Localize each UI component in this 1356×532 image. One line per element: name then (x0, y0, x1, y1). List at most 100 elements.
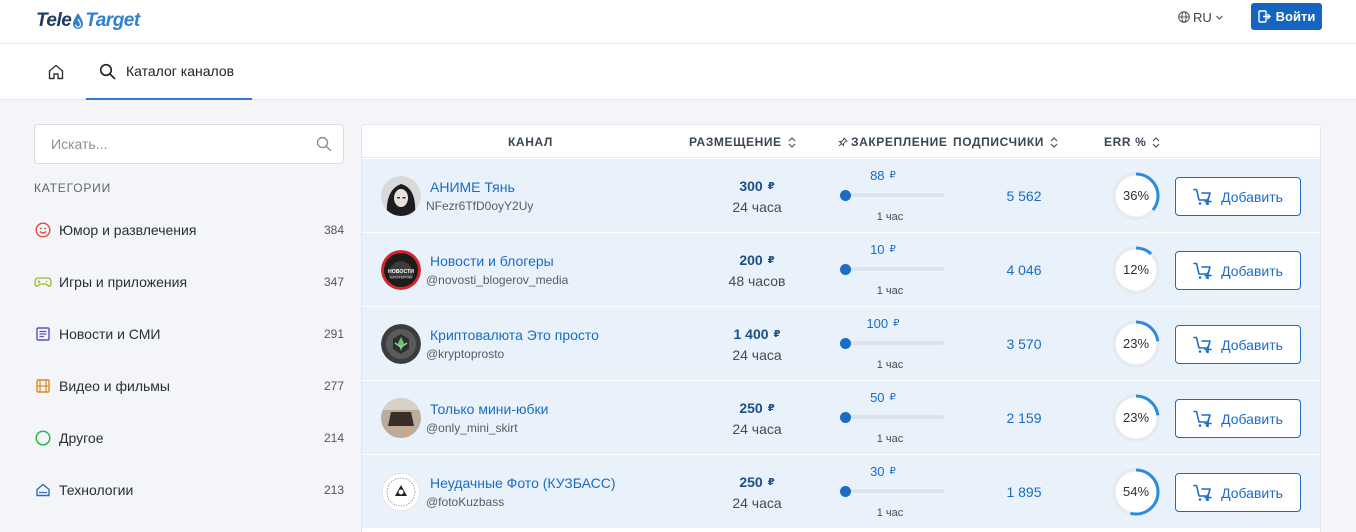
channel-name[interactable]: Неудачные Фото (КУЗБАСС) (430, 475, 616, 491)
add-cart-icon (1193, 484, 1212, 501)
currency-symbol: ₽ (889, 244, 896, 255)
currency-symbol: ₽ (889, 170, 896, 181)
channel-handle: @fotoKuzbass (426, 495, 505, 509)
channel-name[interactable]: АНИМЕ Тянь (430, 179, 515, 195)
pin-duration-slider[interactable] (840, 412, 944, 423)
placement-price: 300 ₽ (692, 178, 822, 194)
category-count: 384 (323, 223, 344, 237)
channel-avatar[interactable] (381, 398, 421, 438)
err-value: 54% (1122, 484, 1150, 499)
header-channel-label: КАНАЛ (508, 135, 553, 149)
tab-catalog[interactable]: Каталог каналов (86, 44, 252, 100)
placement-duration: 24 часа (732, 421, 782, 437)
placement-duration: 24 часа (732, 199, 782, 215)
pin-duration: 1 час (876, 359, 904, 371)
channel-avatar[interactable] (381, 324, 421, 364)
subscriber-count: 5 562 (1006, 188, 1042, 204)
category-label: Игры и приложения (59, 274, 188, 290)
placement-price: 250 ₽ (692, 474, 822, 490)
sidebar-category[interactable]: Игры и приложения 347 (34, 270, 344, 294)
slider-handle[interactable] (840, 486, 851, 497)
language-label: RU (1193, 9, 1212, 25)
header-subscribers[interactable]: ПОДПИСЧИКИ (953, 135, 1058, 149)
subscriber-count: 1 895 (1006, 484, 1042, 500)
sidebar-category[interactable]: Новости и СМИ 291 (34, 322, 344, 346)
sidebar-category[interactable]: Видео и фильмы 277 (34, 374, 344, 398)
add-button[interactable]: Добавить (1175, 177, 1301, 216)
slider-track (840, 415, 944, 419)
channel-handle: @kryptoprosto (426, 347, 505, 361)
sidebar-category[interactable]: Юмор и развлечения 384 (34, 218, 344, 242)
add-button[interactable]: Добавить (1175, 325, 1301, 364)
search-input[interactable] (35, 125, 343, 163)
currency-symbol: ₽ (773, 329, 781, 340)
logo-drop-icon (73, 13, 84, 29)
login-icon (1257, 10, 1271, 23)
pin-duration: 1 час (876, 433, 904, 445)
add-button[interactable]: Добавить (1175, 399, 1301, 438)
currency-symbol: ₽ (889, 466, 896, 477)
pin-price-value: 100 (866, 316, 889, 331)
add-button[interactable]: Добавить (1175, 473, 1301, 512)
table-row: Криптовалюта Это просто @kryptoprosto 1 … (362, 307, 1320, 381)
smile-icon (34, 221, 52, 239)
gamepad-icon (34, 273, 52, 291)
pin-duration-slider[interactable] (840, 486, 944, 497)
svg-text:БЛОГЕРОВ: БЛОГЕРОВ (390, 275, 412, 280)
currency-symbol: ₽ (893, 318, 900, 329)
add-button-label: Добавить (1221, 484, 1283, 501)
language-selector[interactable]: RU (1178, 9, 1224, 25)
channel-name[interactable]: Криптовалюта Это просто (430, 327, 599, 343)
category-count: 277 (323, 379, 344, 393)
placement-duration: 48 часов (728, 273, 786, 289)
header-err-label: ERR % (1104, 135, 1147, 149)
channels-table: КАНАЛ РАЗМЕЩЕНИЕ ЗАКРЕПЛЕНИЕ ПОДПИСЧИКИ … (361, 124, 1321, 532)
slider-handle[interactable] (840, 338, 851, 349)
channel-avatar[interactable]: НОВОСТИ БЛОГЕРОВ (381, 250, 421, 290)
home-icon[interactable] (47, 63, 65, 81)
category-count: 347 (323, 275, 344, 289)
slider-handle[interactable] (840, 190, 851, 201)
circle-icon (34, 429, 52, 447)
placement-price: 1 400 ₽ (692, 326, 822, 342)
film-icon (34, 377, 52, 395)
header-pin-label: ЗАКРЕПЛЕНИЕ (851, 135, 948, 149)
slider-handle[interactable] (840, 412, 851, 423)
currency-symbol: ₽ (889, 392, 896, 403)
channel-name[interactable]: Новости и блогеры (430, 253, 554, 269)
channel-handle: NFezr6TfD0oyY2Uy (426, 199, 534, 213)
placement-price: 250 ₽ (692, 400, 822, 416)
channel-name[interactable]: Только мини-юбки (430, 401, 548, 417)
brand-logo[interactable]: Tele Target (36, 7, 140, 35)
channel-handle: @novosti_blogerov_media (426, 273, 569, 287)
channel-avatar[interactable] (381, 472, 421, 512)
err-value: 23% (1122, 410, 1150, 425)
main-nav: Каталог каналов (0, 44, 1356, 100)
header-placement[interactable]: РАЗМЕЩЕНИЕ (689, 135, 796, 149)
header-err[interactable]: ERR % (1104, 135, 1160, 149)
table-row: НОВОСТИ БЛОГЕРОВ Новости и блогеры @novos… (362, 233, 1320, 307)
login-button[interactable]: Войти (1251, 3, 1322, 30)
pin-icon (838, 137, 848, 147)
slider-handle[interactable] (840, 264, 851, 275)
pin-duration-slider[interactable] (840, 190, 944, 201)
add-button[interactable]: Добавить (1175, 251, 1301, 290)
err-value: 12% (1122, 262, 1150, 277)
category-label: Новости и СМИ (59, 326, 161, 342)
sidebar-category[interactable]: Технологии 213 (34, 478, 344, 502)
slider-track (840, 267, 944, 271)
search-icon[interactable] (316, 136, 332, 152)
channel-avatar[interactable] (381, 176, 421, 216)
pin-duration-slider[interactable] (840, 264, 944, 275)
sidebar-category[interactable]: Другое 214 (34, 426, 344, 450)
pin-duration: 1 час (876, 507, 904, 519)
pin-price-value: 88 (870, 168, 885, 183)
currency-symbol: ₽ (767, 255, 775, 266)
channel-handle: @only_mini_skirt (426, 421, 518, 435)
pin-price: 10 ₽ (830, 242, 936, 257)
category-label: Другое (59, 430, 104, 446)
placement-price-value: 200 (739, 252, 763, 268)
search-box (34, 124, 344, 164)
pin-duration-slider[interactable] (840, 338, 944, 349)
newspaper-icon (34, 325, 52, 343)
